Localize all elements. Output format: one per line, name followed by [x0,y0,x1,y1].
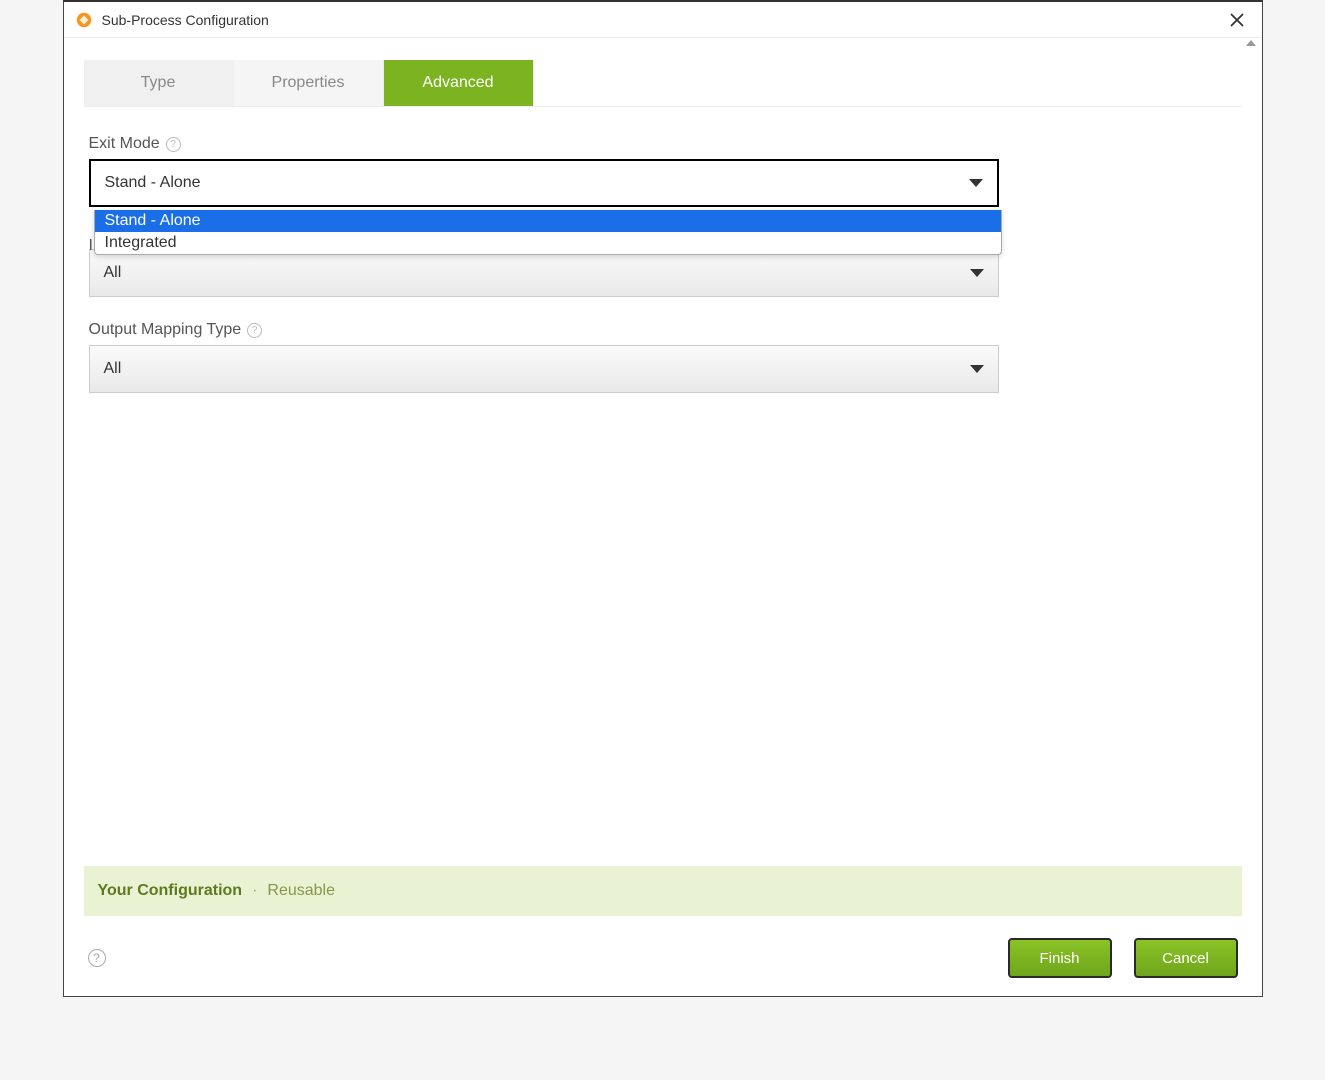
output-mapping-group: Output Mapping Type ? All [89,321,1242,393]
cancel-button[interactable]: Cancel [1134,938,1238,978]
footer: Your Configuration · Reusable ? Finish C… [64,866,1262,996]
second-select[interactable]: All [89,249,999,297]
exit-mode-option-stand-alone[interactable]: Stand - Alone [95,210,1001,232]
help-icon[interactable]: ? [88,949,106,967]
window-title: Sub-Process Configuration [102,12,1222,28]
output-mapping-select-value: All [104,360,122,378]
chevron-down-icon [969,179,983,187]
output-mapping-select[interactable]: All [89,345,999,393]
config-summary: Your Configuration · Reusable [84,866,1242,916]
app-icon [74,10,94,30]
content-area: Type Properties Advanced I Exit Mode ? S… [64,38,1262,866]
exit-mode-group: Exit Mode ? Stand - Alone Stand - Alone … [89,135,1242,207]
close-button[interactable] [1222,5,1252,35]
form-area: I Exit Mode ? Stand - Alone Stand - Alon… [64,107,1262,431]
button-group: Finish Cancel [1008,938,1238,978]
second-group: All [89,249,1242,297]
chevron-down-icon [970,365,984,373]
output-mapping-label: Output Mapping Type ? [89,321,1242,339]
output-mapping-label-text: Output Mapping Type [89,321,242,339]
dialog-window: Sub-Process Configuration Type Propertie… [63,0,1263,997]
tab-type[interactable]: Type [84,60,234,106]
exit-mode-option-integrated[interactable]: Integrated [95,232,1001,254]
tab-bar: Type Properties Advanced [84,60,1242,107]
chevron-down-icon [970,269,984,277]
exit-mode-select[interactable]: Stand - Alone [89,159,999,207]
tab-properties[interactable]: Properties [234,60,384,106]
footer-actions: ? Finish Cancel [84,938,1242,978]
exit-mode-select-value: Stand - Alone [105,174,201,192]
finish-button[interactable]: Finish [1008,938,1112,978]
second-select-value: All [104,264,122,282]
exit-mode-label-text: Exit Mode [89,135,160,153]
config-summary-value: Reusable [267,882,335,900]
exit-mode-label: Exit Mode ? [89,135,1242,153]
help-icon[interactable]: ? [166,137,181,152]
tab-advanced[interactable]: Advanced [384,60,534,106]
summary-separator: · [252,882,257,900]
titlebar: Sub-Process Configuration [64,2,1262,38]
config-summary-label: Your Configuration [98,882,243,900]
obscured-label: I [89,237,93,255]
help-icon[interactable]: ? [247,323,262,338]
exit-mode-dropdown: Stand - Alone Integrated [94,210,1002,255]
scroll-up-icon[interactable] [1246,40,1256,46]
